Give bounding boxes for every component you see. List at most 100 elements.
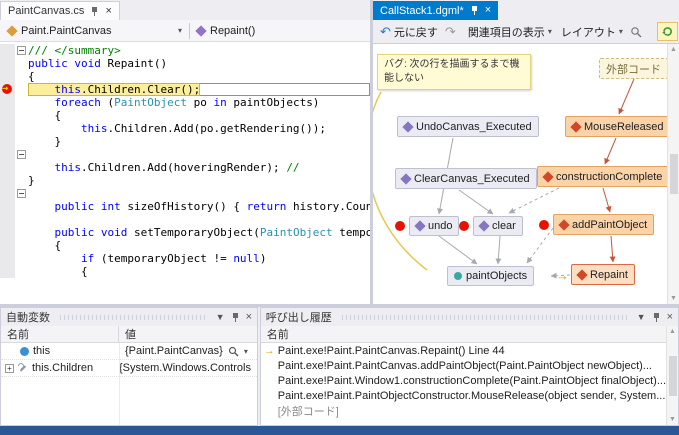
code-line[interactable]: public void setTemporaryObject(PaintObje… <box>0 226 370 239</box>
code-line[interactable]: } <box>0 135 370 148</box>
scrollbar-thumb[interactable] <box>670 154 678 194</box>
close-icon[interactable]: × <box>246 311 252 323</box>
undo-button[interactable]: ↶ 元に戻す <box>378 23 440 41</box>
collapse-region-icon[interactable] <box>17 46 26 55</box>
code-line[interactable]: /// </summary> <box>0 44 370 57</box>
tab-callstack1-dgml[interactable]: CallStack1.dgml* × <box>373 1 498 20</box>
vertical-scrollbar[interactable]: ▲ ▼ <box>666 326 678 425</box>
breakpoint-margin[interactable] <box>0 200 15 213</box>
graph-node-clearcanvas-executed[interactable]: ClearCanvas_Executed <box>395 168 537 189</box>
breakpoint-margin[interactable] <box>0 265 15 278</box>
column-header-value[interactable]: 値 <box>119 326 257 342</box>
code-line[interactable] <box>0 148 370 161</box>
code-line[interactable] <box>0 213 370 226</box>
breakpoint-margin[interactable]: → <box>0 83 15 96</box>
code-line[interactable]: foreach (PaintObject po in paintObjects) <box>0 96 370 109</box>
pin-icon[interactable] <box>231 312 240 323</box>
column-header-name[interactable]: 名前 <box>261 326 678 342</box>
breakpoint-margin[interactable] <box>0 70 15 83</box>
breakpoint-margin[interactable] <box>0 148 15 161</box>
chevron-down-icon[interactable]: ▾ <box>244 347 248 356</box>
graph-node-undo[interactable]: undo <box>409 216 459 236</box>
breakpoint-margin[interactable] <box>0 252 15 265</box>
graph-node-mousereleased[interactable]: MouseReleased <box>565 116 671 137</box>
breakpoint-margin[interactable] <box>0 122 15 135</box>
autos-row-this[interactable]: this {Paint.PaintCanvas} ▾ <box>1 343 257 360</box>
stack-frame-external[interactable]: [外部コード] <box>261 403 666 418</box>
breakpoint-icon[interactable] <box>459 221 469 231</box>
stack-frame-current[interactable]: → Paint.exe!Paint.PaintCanvas.Repaint() … <box>261 343 666 358</box>
bug-annotation-note[interactable]: バグ: 次の行を描画するまで機能しない <box>377 54 531 90</box>
breakpoint-margin[interactable] <box>0 213 15 226</box>
pin-icon[interactable] <box>470 5 479 16</box>
code-line[interactable] <box>0 187 370 200</box>
graph-node-repaint[interactable]: Repaint <box>571 264 635 285</box>
code-line[interactable]: this.Children.Add(po.getRendering()); <box>0 122 370 135</box>
layout-button[interactable]: レイアウト ▾ <box>559 23 625 41</box>
breakpoint-margin[interactable] <box>0 109 15 122</box>
scroll-down-icon[interactable]: ▼ <box>670 295 677 302</box>
pin-icon[interactable] <box>652 312 661 323</box>
code-line[interactable]: → this.Children.Clear(); <box>0 83 370 96</box>
breakpoint-margin[interactable] <box>0 161 15 174</box>
graph-node-constructioncomplete[interactable]: constructionComplete <box>537 166 669 187</box>
vertical-scrollbar[interactable]: ▲ ▼ <box>667 44 679 304</box>
breakpoint-margin[interactable] <box>0 174 15 187</box>
code-line[interactable]: if (temporaryObject != null) <box>0 252 370 265</box>
node-label: addPaintObject <box>572 219 647 231</box>
breakpoint-margin[interactable] <box>0 187 15 200</box>
breakpoint-margin[interactable] <box>0 135 15 148</box>
column-header-name[interactable]: 名前 <box>1 326 119 342</box>
scroll-up-icon[interactable]: ▲ <box>669 328 676 335</box>
stack-frame[interactable]: Paint.exe!Paint.Window1.constructionComp… <box>261 373 666 388</box>
autos-title-bar[interactable]: 自動変数 ▼ × <box>1 308 257 326</box>
breakpoint-margin[interactable] <box>0 226 15 239</box>
redo-icon[interactable]: ↷ <box>445 25 456 38</box>
code-line[interactable]: { <box>0 265 370 278</box>
code-line[interactable]: public int sizeOfHistory() { return hist… <box>0 200 370 213</box>
tab-paintcanvas-cs[interactable]: PaintCanvas.cs × <box>0 1 120 20</box>
stack-frame[interactable]: Paint.exe!Paint.PaintObjectConstructor.M… <box>261 388 666 403</box>
close-icon[interactable]: × <box>485 5 491 16</box>
collapse-region-icon[interactable] <box>17 150 26 159</box>
code-line[interactable]: { <box>0 109 370 122</box>
class-dropdown[interactable]: Paint.PaintCanvas ▾ <box>4 21 186 41</box>
zoom-icon[interactable] <box>630 26 642 38</box>
expand-icon[interactable]: + <box>5 364 14 373</box>
code-line[interactable]: } <box>0 174 370 187</box>
breakpoint-margin[interactable] <box>0 239 15 252</box>
scrollbar-thumb[interactable] <box>669 356 677 396</box>
close-icon[interactable]: × <box>667 311 673 323</box>
code-line[interactable]: this.Children.Add(hoveringRender); // <box>0 161 370 174</box>
code-line[interactable]: public void Repaint() <box>0 57 370 70</box>
breakpoint-margin[interactable] <box>0 57 15 70</box>
code-area[interactable]: /// </summary>public void Repaint(){→ th… <box>0 42 370 304</box>
graph-node-external-code[interactable]: 外部コード <box>599 58 668 79</box>
autos-row-this-children[interactable]: + this.Children {System.Windows.Controls <box>1 360 257 377</box>
graph-node-clear[interactable]: clear <box>473 216 523 236</box>
graph-canvas[interactable]: バグ: 次の行を描画するまで機能しない 外部コード UndoCanvas_Exe… <box>373 44 679 304</box>
close-icon[interactable]: × <box>105 6 111 17</box>
pin-icon[interactable] <box>90 6 99 17</box>
related-items-button[interactable]: 関連項目の表示 ▾ <box>466 23 554 41</box>
graph-node-undocanvas-executed[interactable]: UndoCanvas_Executed <box>397 116 539 137</box>
method-dropdown[interactable]: Repaint() <box>193 21 259 41</box>
code-line[interactable]: { <box>0 239 370 252</box>
stack-frame[interactable]: Paint.exe!Paint.PaintCanvas.addPaintObje… <box>261 358 666 373</box>
window-menu-icon[interactable]: ▼ <box>216 312 225 322</box>
collapse-region-icon[interactable] <box>17 189 26 198</box>
callstack-title-bar[interactable]: 呼び出し履歴 ▼ × <box>261 308 678 326</box>
graph-node-paintobjects[interactable]: paintObjects <box>447 266 534 286</box>
scroll-up-icon[interactable]: ▲ <box>670 46 677 53</box>
breakpoint-margin[interactable] <box>0 96 15 109</box>
inspect-magnifier-icon[interactable] <box>228 346 239 357</box>
breakpoint-margin[interactable] <box>0 44 15 57</box>
breakpoint-icon[interactable] <box>395 221 405 231</box>
graph-node-addpaintobject[interactable]: addPaintObject <box>553 214 654 235</box>
window-menu-icon[interactable]: ▼ <box>637 312 646 322</box>
refresh-button[interactable] <box>657 22 678 41</box>
node-label: paintObjects <box>466 270 527 282</box>
breakpoint-icon[interactable] <box>539 220 549 230</box>
code-line[interactable]: { <box>0 70 370 83</box>
scroll-down-icon[interactable]: ▼ <box>669 416 676 423</box>
